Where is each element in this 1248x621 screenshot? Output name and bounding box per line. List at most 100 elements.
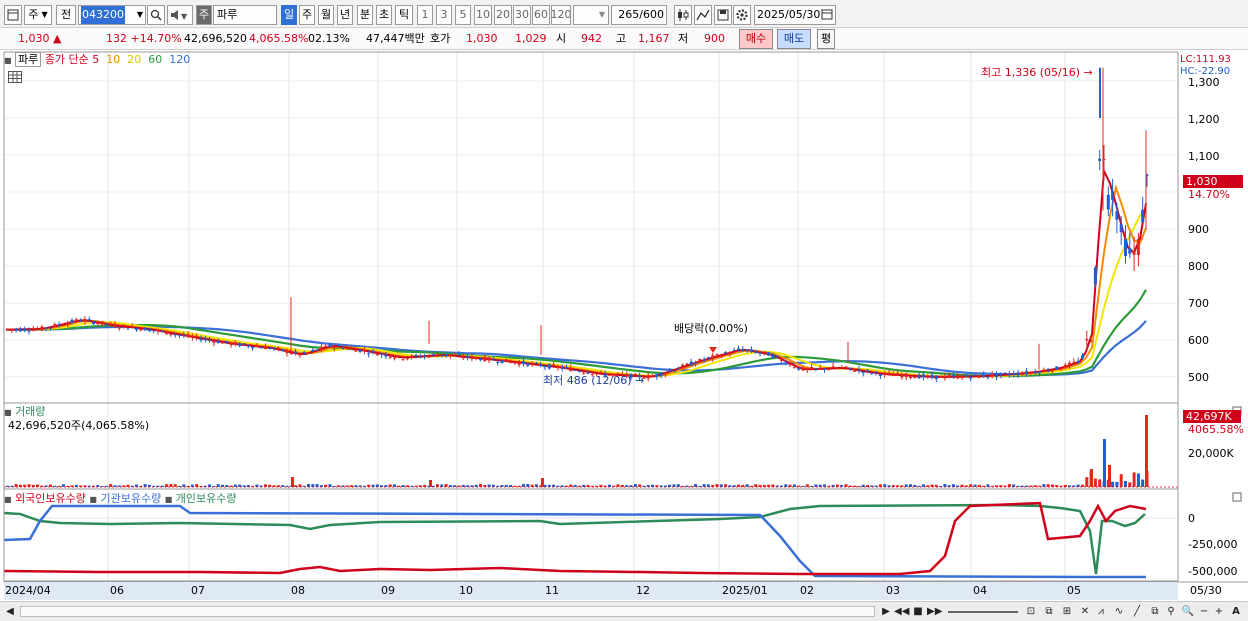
minus-icon[interactable]: − — [1198, 604, 1210, 619]
candle-body — [427, 355, 431, 358]
auto-scale-icon[interactable]: A — [1229, 604, 1243, 619]
window-menu-icon[interactable] — [4, 5, 22, 25]
candle-body — [1076, 360, 1080, 363]
interval-3-button[interactable]: 3 — [436, 5, 452, 25]
candle-body — [672, 370, 676, 372]
volume-bar — [969, 484, 973, 487]
stock-name-field[interactable]: 파루 — [213, 5, 277, 25]
cross-icon[interactable]: ✕ — [1078, 604, 1092, 619]
table-view-icon[interactable] — [8, 71, 22, 86]
interval-10-button[interactable]: 10 — [474, 5, 492, 25]
layout-icon[interactable]: ⊞ — [1060, 604, 1074, 619]
chart-canvas[interactable] — [0, 51, 1248, 601]
chart-area[interactable]: ■ 파루 종가 단순 5 10 20 60 120 LC:111.93 HC:-… — [0, 51, 1248, 601]
period-day-tab[interactable]: 일 — [281, 5, 297, 25]
volume-bar — [298, 484, 302, 487]
candle-body — [14, 329, 18, 331]
prev-button[interactable]: 전 — [56, 5, 76, 25]
search-icon[interactable]: ⚲ — [1164, 604, 1178, 619]
candle-body — [1012, 373, 1016, 376]
dividend-marker-icon — [709, 347, 717, 353]
candle-body — [853, 370, 857, 372]
panel-marker-icon: ■ — [164, 495, 173, 504]
candle-body — [483, 356, 487, 362]
scroll-left-icon[interactable]: ◀ — [2, 604, 18, 619]
stock-code-input[interactable]: 043200 ▼ — [78, 5, 146, 25]
stop-icon[interactable]: ■ — [911, 604, 925, 619]
market-type-select[interactable]: 주 ▼ — [24, 5, 52, 25]
rewind-icon[interactable]: ◀◀ — [894, 604, 909, 619]
interval-1-button[interactable]: 1 — [417, 5, 433, 25]
period-tick-tab[interactable]: 틱 — [395, 5, 413, 25]
buy-button[interactable]: 매수 — [739, 29, 773, 49]
interval-dropdown[interactable]: ▼ — [573, 5, 609, 25]
line-tool-icon[interactable] — [694, 5, 712, 25]
scroll-track[interactable] — [20, 606, 875, 617]
candle-body — [1033, 371, 1037, 374]
low-annotation: 최저 486 (12/06) → — [543, 374, 645, 387]
candle-body — [496, 361, 500, 363]
candle-body — [835, 367, 839, 369]
volume-bar — [444, 484, 448, 487]
line-icon[interactable]: ╱ — [1130, 604, 1144, 619]
candle-body — [337, 345, 341, 347]
period-second-tab[interactable]: 초 — [376, 5, 392, 25]
period-minute-tab[interactable]: 분 — [357, 5, 373, 25]
candle-body — [380, 353, 384, 355]
speaker-icon[interactable]: ▼ — [167, 5, 193, 25]
zoom-slider[interactable] — [948, 611, 1018, 613]
interval-30-button[interactable]: 30 — [513, 5, 531, 25]
interval-60-button[interactable]: 60 — [532, 5, 550, 25]
search-icon[interactable] — [147, 5, 165, 25]
sell-button[interactable]: 매도 — [777, 29, 811, 49]
gear-icon[interactable] — [733, 5, 751, 25]
candle-body — [573, 370, 577, 372]
candle-body — [539, 364, 543, 367]
compare-icon[interactable]: ⧉ — [1042, 604, 1056, 619]
volume-bar — [883, 484, 887, 487]
candle-body — [49, 327, 52, 329]
interval-5-button[interactable]: 5 — [455, 5, 471, 25]
candle-body — [479, 358, 482, 361]
data-count-field[interactable]: 265/600 — [611, 5, 667, 25]
period-week-tab[interactable]: 주 — [299, 5, 315, 25]
candle-icon[interactable] — [674, 5, 692, 25]
period-month-tab[interactable]: 월 — [318, 5, 334, 25]
plus-icon[interactable]: + — [1213, 604, 1225, 619]
candle-body — [186, 334, 190, 337]
stock-name-label[interactable]: 파루 — [15, 52, 42, 67]
candle-body — [1068, 362, 1072, 367]
candle-body — [711, 355, 715, 359]
fast-forward-icon[interactable]: ▶▶ — [927, 604, 942, 619]
candle-body — [982, 374, 986, 378]
candle-body — [543, 366, 547, 368]
candle-body — [190, 336, 194, 338]
zoom-out-icon[interactable]: 🔍 — [1181, 604, 1195, 619]
candle-body — [264, 346, 267, 350]
stack-icon[interactable]: ⧉ — [1148, 604, 1162, 619]
volume-bar — [754, 484, 758, 487]
period-year-tab[interactable]: 년 — [337, 5, 353, 25]
volume-bar — [1145, 415, 1148, 487]
candle-body — [367, 353, 371, 355]
wave-icon[interactable]: ∿ — [1112, 604, 1126, 619]
interval-120-button[interactable]: 120 — [551, 5, 571, 25]
chart-scrollbar[interactable]: ◀ ▶ ◀◀ ■ ▶▶ ⊡ ⧉ ⊞ ✕ ⩘ ∿ ╱ ⧉ ⚲ 🔍 − + A — [0, 601, 1248, 621]
volume-bar — [715, 484, 719, 487]
interval-20-button[interactable]: 20 — [494, 5, 512, 25]
save-icon[interactable] — [714, 5, 732, 25]
candle-body — [900, 374, 904, 378]
candle-body — [384, 354, 388, 357]
candle-body — [1124, 238, 1127, 257]
trend-icon[interactable]: ⩘ — [1094, 604, 1108, 619]
candle-body — [509, 361, 513, 363]
eval-button[interactable]: 평 — [817, 29, 835, 49]
ma120-legend: 120 — [169, 53, 191, 66]
zoom-icon[interactable]: ⊡ — [1024, 604, 1038, 619]
candle-body — [745, 349, 749, 351]
candle-body — [96, 323, 100, 325]
volume-bar — [616, 484, 620, 487]
date-field[interactable]: 2025/05/30 — [754, 5, 836, 25]
candle-body — [440, 355, 444, 357]
scroll-right-icon[interactable]: ▶ — [879, 604, 893, 619]
